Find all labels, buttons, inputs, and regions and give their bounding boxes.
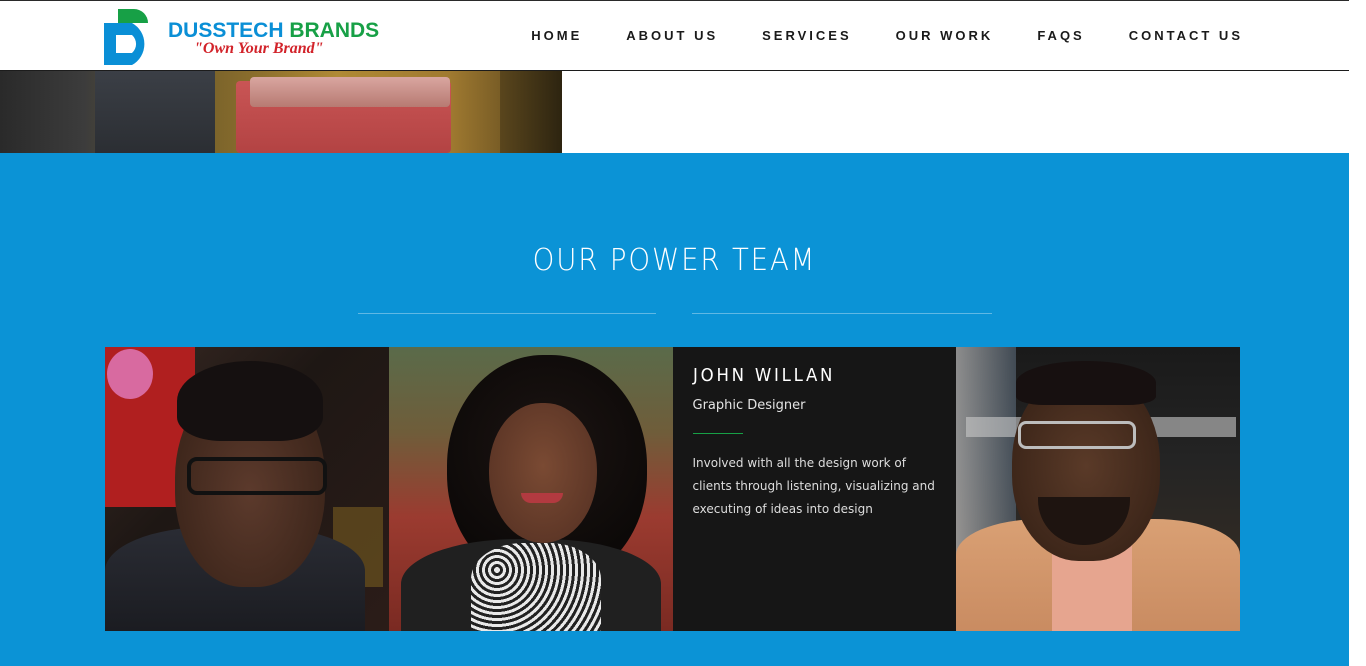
brand-tagline: "Own Your Brand": [194, 40, 324, 57]
nav-services[interactable]: SERVICES: [762, 28, 852, 43]
title-divider-right: [692, 313, 992, 314]
nav-our-work[interactable]: OUR WORK: [896, 28, 994, 43]
team-section: OUR POWER TEAM JOHN WILLAN Graphic Desig…: [0, 153, 1349, 666]
team-member-role: Graphic Designer: [692, 398, 806, 413]
team-member-info-card[interactable]: JOHN WILLAN Graphic Designer Involved wi…: [672, 347, 957, 631]
info-divider: [692, 433, 743, 434]
team-member-photo-2[interactable]: [388, 347, 673, 631]
nav-home[interactable]: HOME: [531, 28, 582, 43]
nav-faqs[interactable]: FAQS: [1037, 28, 1084, 43]
brand-name-part1: DUSSTECH: [168, 19, 284, 42]
team-member-photo-4[interactable]: [956, 347, 1240, 631]
title-divider-left: [358, 313, 656, 314]
site-header: DUSSTECH BRANDS "Own Your Brand" HOME AB…: [0, 0, 1349, 71]
team-cards: JOHN WILLAN Graphic Designer Involved wi…: [105, 347, 1240, 631]
team-title: OUR POWER TEAM: [532, 243, 817, 278]
workshop-photo: [0, 71, 562, 153]
team-member-name: JOHN WILLAN: [692, 365, 835, 386]
brand-logo[interactable]: DUSSTECH BRANDS "Own Your Brand": [104, 9, 379, 67]
nav-about-us[interactable]: ABOUT US: [626, 28, 718, 43]
nav-contact-us[interactable]: CONTACT US: [1129, 28, 1243, 43]
team-member-bio: Involved with all the design work of cli…: [692, 456, 935, 516]
brand-name-part2: BRANDS: [283, 19, 380, 42]
main-nav: HOME ABOUT US SERVICES OUR WORK FAQS CON…: [487, 28, 1243, 43]
logo-d-icon: [104, 9, 148, 65]
team-member-photo-1[interactable]: [105, 347, 389, 631]
